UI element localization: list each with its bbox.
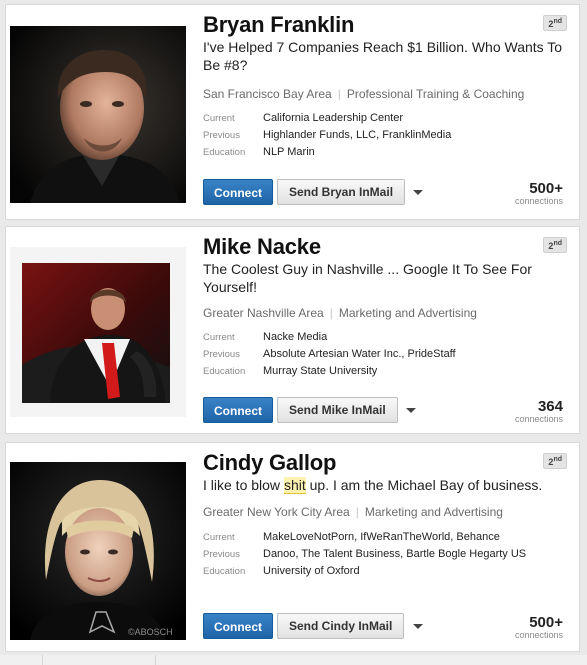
more-actions-caret-icon[interactable]	[413, 624, 423, 629]
connect-button[interactable]: Connect	[203, 397, 273, 423]
search-result-card: ©ABOSCH Cindy Gallop 2nd I like to blow …	[5, 442, 580, 652]
connections-label: connections	[514, 196, 563, 206]
previous-positions: Previous Absolute Artesian Water Inc., Pr…	[203, 348, 456, 360]
education-label: Education	[203, 566, 246, 577]
location: San Francisco Bay Area	[203, 87, 332, 101]
more-actions-caret-icon[interactable]	[413, 190, 423, 195]
search-result-card: Bryan Franklin 2nd I've Helped 7 Compani…	[5, 4, 580, 220]
education-value: Murray State University	[263, 365, 378, 377]
send-inmail-button[interactable]: Send Mike InMail	[277, 397, 398, 423]
current-label: Current	[203, 532, 235, 543]
degree-suffix: nd	[553, 18, 562, 25]
pagination-segment	[0, 655, 43, 665]
education-label: Education	[203, 147, 246, 158]
profile-photo[interactable]: ©ABOSCH	[10, 462, 186, 640]
connection-degree-badge: 2nd	[543, 237, 567, 253]
profile-name[interactable]: Bryan Franklin	[203, 12, 354, 38]
meta-separator: |	[337, 87, 341, 101]
connections-count: 500+ connections	[515, 181, 563, 206]
profile-name[interactable]: Mike Nacke	[203, 234, 321, 260]
current-position: Current Nacke Media	[203, 331, 327, 343]
profile-photo-image	[10, 26, 186, 203]
location-industry: Greater New York City Area | Marketing and…	[203, 505, 503, 519]
profile-photo-image: ©ABOSCH	[10, 462, 186, 640]
profile-photo[interactable]	[10, 247, 186, 417]
industry: Professional Training & Coaching	[346, 87, 525, 101]
connection-degree-badge: 2nd	[543, 453, 567, 469]
industry: Marketing and Advertising	[338, 306, 477, 320]
current-value: California Leadership Center	[263, 112, 404, 124]
location: Greater New York City Area	[203, 505, 350, 519]
connections-number: 500+	[529, 614, 563, 631]
education-label: Education	[203, 366, 246, 377]
connect-button[interactable]: Connect	[203, 613, 273, 639]
location: Greater Nashville Area	[203, 306, 324, 320]
search-result-card: Mike Nacke 2nd The Coolest Guy in Nashvi…	[5, 226, 580, 434]
headline-highlight: shit	[283, 477, 306, 494]
meta-separator: |	[355, 505, 359, 519]
connections-count: 364 connections	[515, 399, 563, 424]
photo-watermark: ©ABOSCH	[128, 627, 173, 637]
previous-value: Absolute Artesian Water Inc., PrideStaff	[263, 348, 456, 360]
education-value: University of Oxford	[263, 565, 360, 577]
connections-count: 500+ connections	[515, 615, 563, 640]
send-inmail-button[interactable]: Send Bryan InMail	[277, 179, 406, 205]
connections-number: 364	[537, 398, 563, 415]
location-industry: San Francisco Bay Area | Professional Trai…	[203, 87, 524, 101]
previous-positions: Previous Danoo, The Talent Business, Bart…	[203, 548, 526, 560]
profile-headline: I've Helped 7 Companies Reach $1 Billion…	[203, 38, 563, 74]
profile-photo-image	[22, 263, 170, 403]
location-industry: Greater Nashville Area | Marketing and Adv…	[203, 306, 477, 320]
connections-label: connections	[514, 414, 563, 424]
profile-photo[interactable]	[10, 26, 186, 203]
headline-text-continued: up. I am the Michael Bay of business.	[305, 477, 543, 493]
profile-headline: I like to blow shit up. I am the Michael…	[203, 476, 563, 494]
degree-suffix: nd	[553, 240, 562, 247]
current-label: Current	[203, 332, 235, 343]
previous-value: Danoo, The Talent Business, Bartle Bogle…	[263, 548, 527, 560]
previous-label: Previous	[203, 549, 240, 560]
connection-degree-badge: 2nd	[543, 15, 567, 31]
headline-text: The Coolest Guy in Nashville ... Google …	[203, 261, 532, 295]
profile-headline: The Coolest Guy in Nashville ... Google …	[203, 260, 563, 296]
industry: Marketing and Advertising	[364, 505, 503, 519]
previous-positions: Previous Highlander Funds, LLC, FranklinM…	[203, 129, 451, 141]
current-label: Current	[203, 113, 235, 124]
previous-label: Previous	[203, 349, 240, 360]
meta-separator: |	[329, 306, 333, 320]
pagination-segment	[43, 655, 156, 665]
current-value: Nacke Media	[263, 331, 328, 343]
send-inmail-button[interactable]: Send Cindy InMail	[277, 613, 405, 639]
current-position: Current California Leadership Center	[203, 112, 403, 124]
education: Education University of Oxford	[203, 565, 360, 577]
connections-label: connections	[514, 630, 563, 640]
current-value: MakeLoveNotPorn, IfWeRanTheWorld, Behanc…	[263, 531, 500, 543]
current-position: Current MakeLoveNotPorn, IfWeRanTheWorld,…	[203, 531, 500, 543]
headline-text: I like to blow	[203, 477, 284, 493]
degree-suffix: nd	[553, 456, 562, 463]
headline-text: I've Helped 7 Companies Reach $1 Billion…	[203, 39, 563, 73]
education-value: NLP Marin	[263, 146, 315, 158]
education: Education Murray State University	[203, 365, 377, 377]
previous-label: Previous	[203, 130, 240, 141]
profile-name[interactable]: Cindy Gallop	[203, 450, 336, 476]
pagination-strip	[0, 655, 587, 665]
education: Education NLP Marin	[203, 146, 315, 158]
more-actions-caret-icon[interactable]	[406, 408, 416, 413]
connections-number: 500+	[529, 180, 563, 197]
previous-value: Highlander Funds, LLC, FranklinMedia	[263, 129, 452, 141]
connect-button[interactable]: Connect	[203, 179, 273, 205]
